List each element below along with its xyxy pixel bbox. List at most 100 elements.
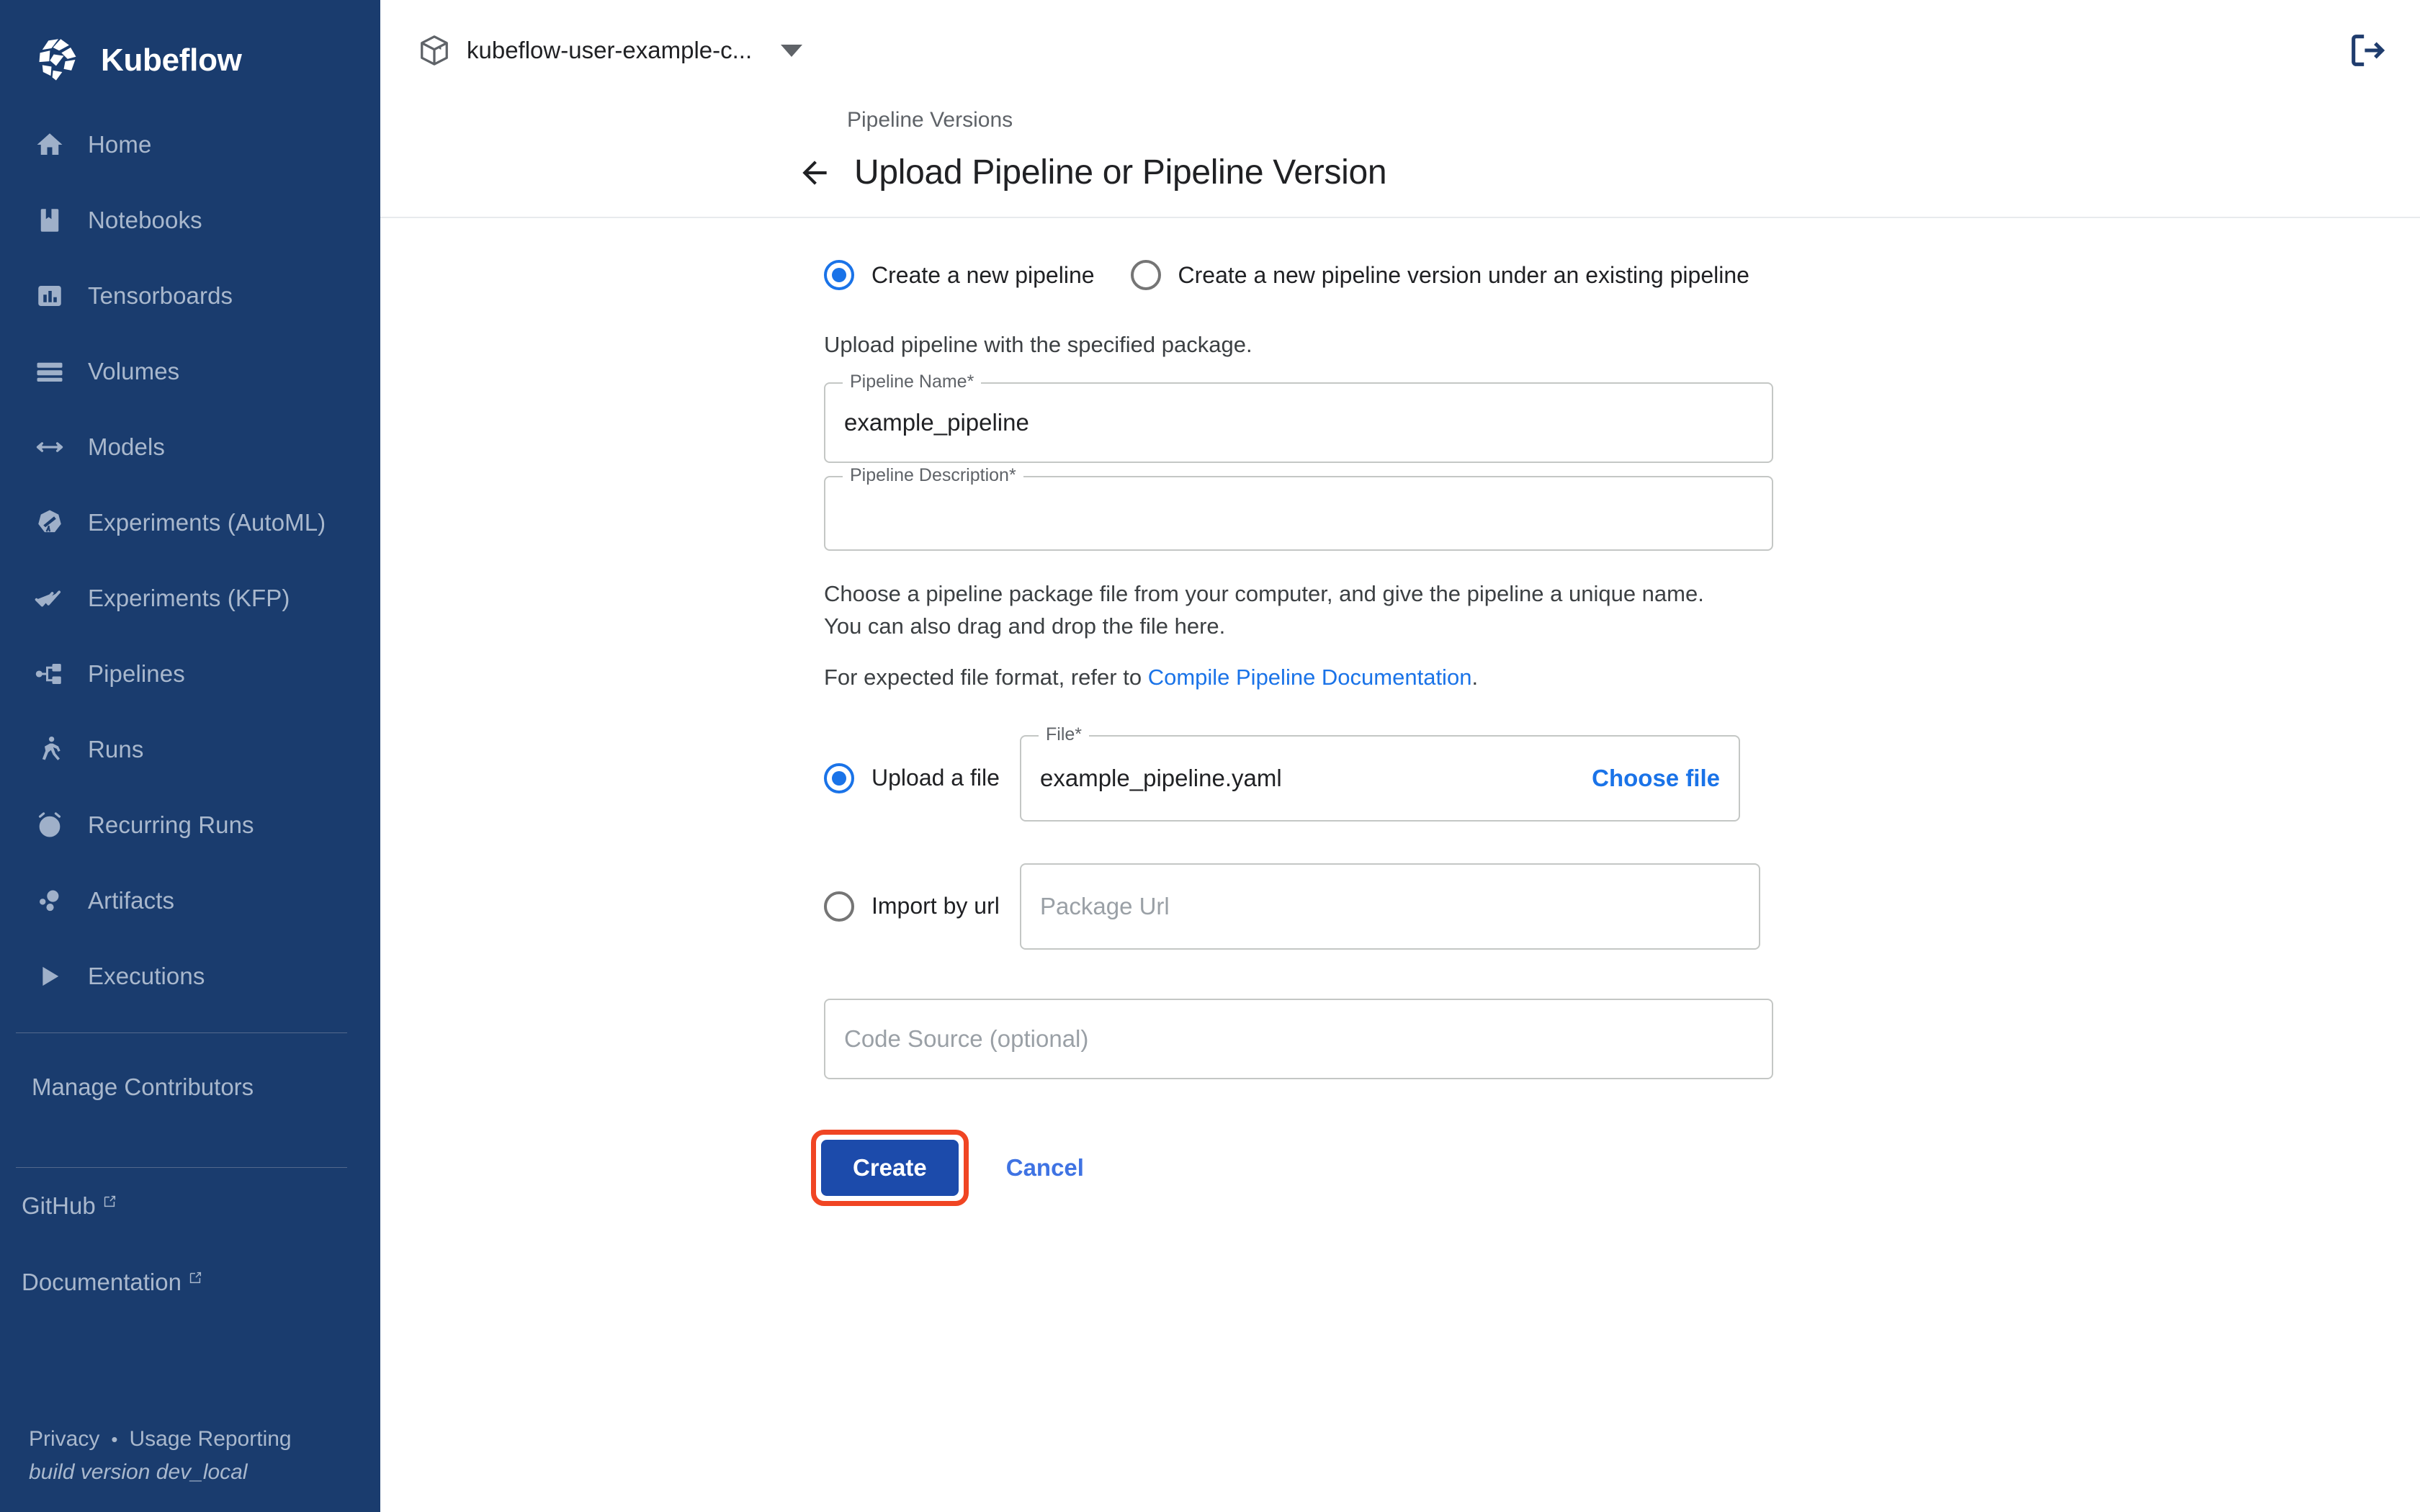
github-label: GitHub [22,1192,96,1219]
sidebar-item-label: Models [88,433,165,460]
sidebar-item-volumes[interactable]: Volumes [0,333,380,409]
arrow-left-icon[interactable] [797,155,833,191]
brand-name: Kubeflow [101,42,242,78]
file-format-note: For expected file format, refer to Compi… [824,665,2420,690]
radio-indicator[interactable] [824,260,854,290]
telescope-icon [33,506,66,539]
sidebar-item-pipelines[interactable]: Pipelines [0,636,380,711]
storage-icon [33,355,66,388]
sidebar-external-links: GitHub Documentation [0,1194,380,1346]
upload-hint: Upload pipeline with the specified packa… [824,332,1252,357]
namespace-label: kubeflow-user-example-c... [467,37,753,63]
file-field[interactable]: File* example_pipeline.yaml Choose file [1020,725,1740,822]
external-link-icon [187,1264,203,1284]
documentation-label: Documentation [22,1269,182,1295]
radio-label: Create a new pipeline [871,261,1095,288]
sidebar-item-github[interactable]: GitHub [22,1194,380,1270]
page-header: Pipeline Versions Upload Pipeline or Pip… [380,101,2420,218]
sidebar-item-artifacts[interactable]: Artifacts [0,863,380,938]
radio-import-by-url[interactable]: Import by url [824,891,1020,922]
sidebar-nav: Home Notebooks Tensorboards Volumes Mode… [0,107,380,1014]
radio-upload-a-file[interactable]: Upload a file [824,762,1020,793]
radio-indicator[interactable] [824,891,854,922]
sidebar-item-label: Executions [88,962,205,989]
sidebar-item-recurring-runs[interactable]: Recurring Runs [0,787,380,863]
choose-file-button[interactable]: Choose file [1592,765,1720,792]
sidebar-item-label: Experiments (KFP) [88,584,290,611]
create-button-highlight: Create [811,1129,969,1206]
code-arrows-icon [33,431,66,464]
main-content: kubeflow-user-example-c... Pipeline Vers… [380,0,2420,1512]
bubbles-icon [33,884,66,917]
logout-icon [2352,35,2385,66]
pipeline-mode-radio-group: Create a new pipeline Create a new pipel… [824,260,2420,290]
code-source-field[interactable]: Code Source (optional) [824,998,1773,1079]
sidebar-footer: Privacy • Usage Reporting build version … [29,1427,292,1485]
sidebar-item-tensorboards[interactable]: Tensorboards [0,258,380,333]
namespace-selector[interactable]: kubeflow-user-example-c... [418,34,803,67]
sidebar-item-manage-contributors[interactable]: Manage Contributors [0,1033,380,1101]
file-name-value: example_pipeline.yaml [1040,764,1282,791]
pipeline-description-field[interactable]: Pipeline Description* [824,467,1773,551]
package-cube-icon [418,34,451,67]
kubeflow-logo-icon [33,36,82,85]
sidebar-item-executions[interactable]: Executions [0,938,380,1014]
footer-links: Privacy • Usage Reporting [29,1427,292,1452]
sidebar: Kubeflow Home Notebooks Tensorboards Vol… [0,0,380,1512]
title-row: Upload Pipeline or Pipeline Version [380,132,2420,217]
import-url-row: Import by url Package Url [824,863,2420,950]
file-legend: File* [1039,725,1090,744]
brand: Kubeflow [0,0,380,94]
sidebar-item-label: Artifacts [88,886,175,914]
package-url-placeholder: Package Url [1040,892,1170,919]
sidebar-item-label: Pipelines [88,660,185,687]
radio-label: Create a new pipeline version under an e… [1178,261,1749,288]
upload-file-row: Upload a file File* example_pipeline.yam… [824,725,2420,822]
compile-pipeline-documentation-link[interactable]: Compile Pipeline Documentation [1148,665,1472,690]
sidebar-item-label: Home [88,130,152,158]
radio-create-new-version[interactable]: Create a new pipeline version under an e… [1130,260,1749,290]
sidebar-item-label: Experiments (AutoML) [88,508,326,536]
runner-icon [33,733,66,766]
upload-form: Create a new pipeline Create a new pipel… [380,218,2420,1206]
create-button[interactable]: Create [821,1139,959,1196]
privacy-link[interactable]: Privacy [29,1427,99,1452]
radio-indicator[interactable] [824,762,854,793]
double-check-icon [33,582,66,615]
sidebar-item-home[interactable]: Home [0,107,380,182]
usage-reporting-link[interactable]: Usage Reporting [129,1427,291,1452]
cancel-button[interactable]: Cancel [993,1140,1097,1196]
external-link-icon [102,1188,117,1207]
file-format-suffix: . [1471,664,1479,690]
notebook-icon [33,204,66,237]
radio-indicator[interactable] [1130,260,1161,290]
alarm-clock-icon [33,809,66,842]
sidebar-item-label: Tensorboards [88,282,233,309]
home-icon [33,128,66,161]
sidebar-item-documentation[interactable]: Documentation [22,1270,380,1346]
chevron-down-icon[interactable] [781,44,803,57]
breadcrumb[interactable]: Pipeline Versions [380,101,2420,132]
footer-separator: • [111,1428,118,1450]
radio-label: Upload a file [871,765,1000,791]
pipeline-name-field[interactable]: Pipeline Name* example_pipeline [824,373,1773,463]
pipeline-icon [33,657,66,690]
upload-paragraph: Choose a pipeline package file from your… [824,578,2420,643]
file-format-prefix: For expected file format, refer to [824,664,1148,690]
sidebar-item-label: Volumes [88,357,180,384]
code-source-placeholder: Code Source (optional) [844,1025,1089,1052]
pipeline-description-legend: Pipeline Description* [843,467,1023,485]
app-root: Kubeflow Home Notebooks Tensorboards Vol… [0,0,2420,1512]
sidebar-item-models[interactable]: Models [0,409,380,485]
pipeline-name-legend: Pipeline Name* [843,373,982,391]
sidebar-item-runs[interactable]: Runs [0,711,380,787]
package-url-field[interactable]: Package Url [1020,863,1760,950]
sidebar-item-experiments-kfp[interactable]: Experiments (KFP) [0,560,380,636]
sidebar-item-notebooks[interactable]: Notebooks [0,182,380,258]
manage-contributors-wrap: Manage Contributors [0,1033,380,1148]
logout-button[interactable] [2347,30,2388,71]
radio-create-new-pipeline[interactable]: Create a new pipeline [824,260,1095,290]
sidebar-item-experiments-automl[interactable]: Experiments (AutoML) [0,485,380,560]
pipeline-name-input[interactable]: example_pipeline [825,409,1048,436]
bar-chart-icon [33,279,66,312]
